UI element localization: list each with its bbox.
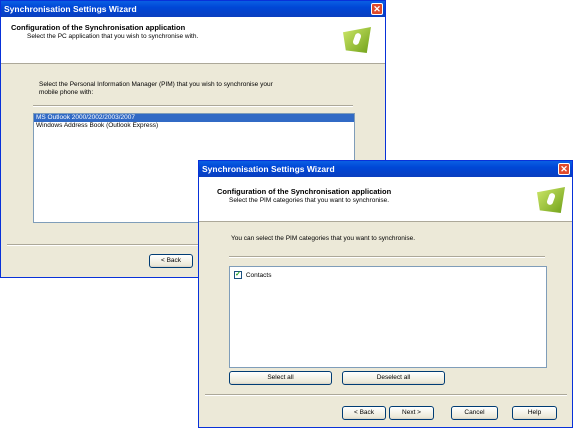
next-button[interactable]: Next > bbox=[389, 406, 434, 420]
divider bbox=[33, 105, 353, 107]
close-icon[interactable]: ✕ bbox=[371, 3, 383, 15]
back-button[interactable]: < Back bbox=[149, 254, 193, 268]
header-title: Configuration of the Synchronisation app… bbox=[11, 23, 186, 32]
prompt-text: Select the Personal Information Manager … bbox=[39, 81, 273, 97]
deselect-all-button[interactable]: Deselect all bbox=[342, 371, 445, 385]
wizard-header: Configuration of the Synchronisation app… bbox=[199, 177, 572, 222]
list-item[interactable]: Windows Address Book (Outlook Express) bbox=[34, 122, 354, 130]
list-item[interactable]: MS Outlook 2000/2002/2003/2007 bbox=[34, 114, 354, 122]
header-subtitle: Select the PIM categories that you want … bbox=[229, 197, 390, 204]
prompt-line: mobile phone with: bbox=[39, 89, 94, 96]
back-button[interactable]: < Back bbox=[342, 406, 386, 420]
divider bbox=[229, 256, 545, 258]
checkbox-checked-icon[interactable]: ✓ bbox=[234, 271, 242, 280]
header-subtitle: Select the PC application that you wish … bbox=[27, 33, 199, 40]
window-title: Synchronisation Settings Wizard bbox=[4, 4, 137, 14]
header-title: Configuration of the Synchronisation app… bbox=[217, 187, 392, 196]
prompt-text: You can select the PIM categories that y… bbox=[231, 235, 416, 242]
category-label: Contacts bbox=[245, 272, 272, 279]
category-list[interactable]: ✓ Contacts bbox=[229, 266, 547, 368]
close-icon[interactable]: ✕ bbox=[558, 163, 570, 175]
category-item[interactable]: ✓ Contacts bbox=[230, 270, 546, 282]
titlebar[interactable]: Synchronisation Settings Wizard ✕ bbox=[1, 1, 385, 17]
wizard-window-categories: Synchronisation Settings Wizard ✕ Config… bbox=[198, 160, 573, 428]
help-button[interactable]: Help bbox=[512, 406, 557, 420]
wizard-header: Configuration of the Synchronisation app… bbox=[1, 17, 385, 64]
divider bbox=[205, 394, 567, 396]
window-title: Synchronisation Settings Wizard bbox=[202, 164, 335, 174]
app-logo-icon bbox=[537, 187, 565, 213]
cancel-button[interactable]: Cancel bbox=[451, 406, 498, 420]
app-logo-icon bbox=[343, 27, 371, 53]
titlebar[interactable]: Synchronisation Settings Wizard ✕ bbox=[199, 161, 572, 177]
select-all-button[interactable]: Select all bbox=[229, 371, 332, 385]
prompt-line: Select the Personal Information Manager … bbox=[39, 81, 273, 88]
